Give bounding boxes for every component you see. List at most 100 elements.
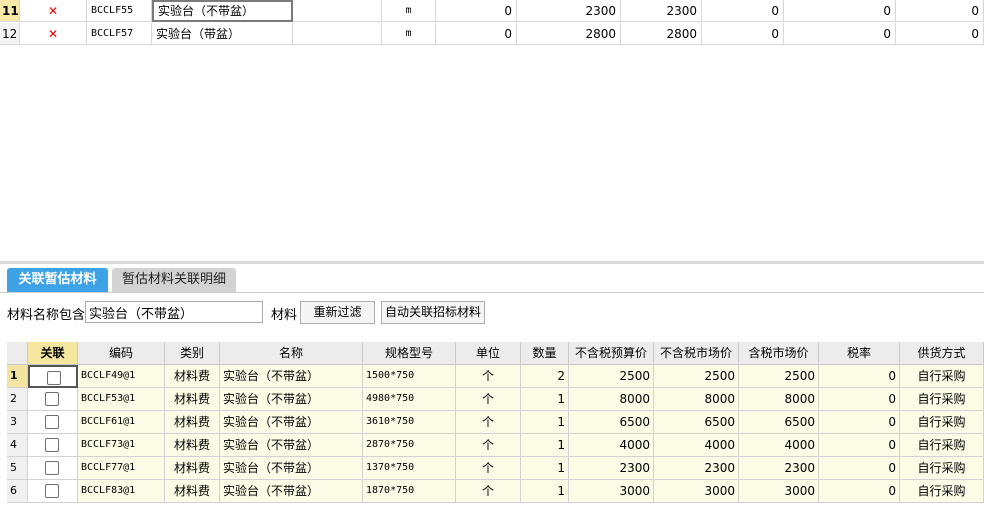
value-cell[interactable]: 0 xyxy=(702,0,784,22)
price-cell: 2300 xyxy=(569,457,654,480)
delete-mark-icon[interactable]: ✕ xyxy=(20,23,87,45)
link-checkbox-cell[interactable] xyxy=(28,365,78,388)
column-header xyxy=(7,342,28,365)
table-row[interactable]: 4 BCCLF73@1 材料费 实验台（不带盆） 2870*750 个 1 40… xyxy=(7,434,984,457)
table-row[interactable]: 6 BCCLF83@1 材料费 实验台（不带盆） 1870*750 个 1 30… xyxy=(7,480,984,503)
type-cell: 材料费 xyxy=(165,411,220,434)
spec-cell: 4980*750 xyxy=(363,388,456,411)
price-cell: 8000 xyxy=(654,388,739,411)
delete-mark-icon[interactable]: ✕ xyxy=(20,0,87,22)
name-cell: 实验台（不带盆） xyxy=(220,434,363,457)
column-header[interactable]: 关联 xyxy=(28,342,78,365)
value-cell[interactable]: 0 xyxy=(784,23,896,45)
type-cell: 材料费 xyxy=(165,457,220,480)
value-cell[interactable]: 2300 xyxy=(621,0,702,22)
link-checkbox-cell[interactable] xyxy=(28,388,78,411)
code-cell: BCCLF73@1 xyxy=(78,434,165,457)
code-cell[interactable]: BCCLF57 xyxy=(87,23,152,45)
spec-cell[interactable] xyxy=(293,23,382,45)
price-cell: 6500 xyxy=(569,411,654,434)
link-checkbox[interactable] xyxy=(45,461,59,475)
value-cell[interactable]: 2300 xyxy=(517,0,621,22)
unit-cell: 个 xyxy=(456,434,521,457)
link-checkbox[interactable] xyxy=(45,392,59,406)
tab-related-details[interactable]: 暂估材料关联明细 xyxy=(112,268,236,292)
column-header[interactable]: 不含税市场价 xyxy=(654,342,739,365)
value-cell[interactable]: 0 xyxy=(436,23,517,45)
name-cell: 实验台（不带盆） xyxy=(220,388,363,411)
value-cell[interactable]: 0 xyxy=(896,23,984,45)
column-header[interactable]: 不含税预算价 xyxy=(569,342,654,365)
unit-cell: 个 xyxy=(456,457,521,480)
column-header[interactable]: 税率 xyxy=(819,342,900,365)
row-number: 4 xyxy=(7,434,28,457)
value-cell[interactable]: 2800 xyxy=(517,23,621,45)
spec-cell: 1370*750 xyxy=(363,457,456,480)
auto-link-button[interactable]: 自动关联招标材料 xyxy=(381,301,485,324)
column-header[interactable]: 供货方式 xyxy=(900,342,984,365)
tab-related-materials[interactable]: 关联暂估材料 xyxy=(7,268,108,292)
price-cell: 8000 xyxy=(739,388,819,411)
table-row[interactable]: 11 ✕ BCCLF55 实验台（不带盆） m 0 2300 2300 0 0 … xyxy=(0,0,984,23)
value-cell[interactable]: 0 xyxy=(784,0,896,22)
table-row[interactable]: 1 BCCLF49@1 材料费 实验台（不带盆） 1500*750 个 2 25… xyxy=(7,365,984,388)
link-checkbox-cell[interactable] xyxy=(28,434,78,457)
name-cell: 实验台（不带盆） xyxy=(220,480,363,503)
spec-cell: 2870*750 xyxy=(363,434,456,457)
link-checkbox[interactable] xyxy=(47,371,61,385)
value-cell[interactable]: 0 xyxy=(896,0,984,22)
link-checkbox-cell[interactable] xyxy=(28,411,78,434)
price-cell: 2300 xyxy=(739,457,819,480)
refilter-button[interactable]: 重新过滤 xyxy=(300,301,375,324)
name-cell[interactable]: 实验台（不带盆） xyxy=(152,0,293,22)
tax-cell: 0 xyxy=(819,457,900,480)
link-checkbox[interactable] xyxy=(45,438,59,452)
price-cell: 6500 xyxy=(654,411,739,434)
column-header[interactable]: 规格型号 xyxy=(363,342,456,365)
table-row[interactable]: 12 ✕ BCCLF57 实验台（带盆） m 0 2800 2800 0 0 0 xyxy=(0,23,984,46)
spec-cell: 3610*750 xyxy=(363,411,456,434)
link-checkbox-cell[interactable] xyxy=(28,457,78,480)
value-cell[interactable]: 0 xyxy=(436,0,517,22)
row-number: 6 xyxy=(7,480,28,503)
column-header[interactable]: 单位 xyxy=(456,342,521,365)
link-checkbox[interactable] xyxy=(45,484,59,498)
price-cell: 3000 xyxy=(569,480,654,503)
table-row[interactable]: 2 BCCLF53@1 材料费 实验台（不带盆） 4980*750 个 1 80… xyxy=(7,388,984,411)
qty-cell: 1 xyxy=(521,480,569,503)
column-header[interactable]: 数量 xyxy=(521,342,569,365)
supply-cell: 自行采购 xyxy=(900,411,984,434)
tab-bar: 关联暂估材料 暂估材料关联明细 xyxy=(0,264,984,293)
value-cell[interactable]: 0 xyxy=(702,23,784,45)
name-cell[interactable]: 实验台（带盆） xyxy=(152,23,293,45)
unit-cell[interactable]: m xyxy=(382,0,436,22)
column-header[interactable]: 编码 xyxy=(78,342,165,365)
link-checkbox-cell[interactable] xyxy=(28,480,78,503)
price-cell: 4000 xyxy=(739,434,819,457)
type-cell: 材料费 xyxy=(165,434,220,457)
spec-cell[interactable] xyxy=(293,0,382,22)
code-cell: BCCLF61@1 xyxy=(78,411,165,434)
code-cell: BCCLF53@1 xyxy=(78,388,165,411)
material-name-input[interactable] xyxy=(85,301,263,323)
type-cell: 材料费 xyxy=(165,480,220,503)
column-header[interactable]: 含税市场价 xyxy=(739,342,819,365)
link-checkbox[interactable] xyxy=(45,415,59,429)
row-number: 2 xyxy=(7,388,28,411)
table-row[interactable]: 3 BCCLF61@1 材料费 实验台（不带盆） 3610*750 个 1 65… xyxy=(7,411,984,434)
price-cell: 4000 xyxy=(569,434,654,457)
column-header[interactable]: 名称 xyxy=(220,342,363,365)
filter-label: 材料名称包含 xyxy=(7,308,86,323)
table-row[interactable]: 5 BCCLF77@1 材料费 实验台（不带盆） 1370*750 个 1 23… xyxy=(7,457,984,480)
value-cell[interactable]: 2800 xyxy=(621,23,702,45)
unit-cell[interactable]: m xyxy=(382,23,436,45)
price-cell: 3000 xyxy=(654,480,739,503)
name-cell: 实验台（不带盆） xyxy=(220,457,363,480)
qty-cell: 1 xyxy=(521,411,569,434)
qty-cell: 1 xyxy=(521,434,569,457)
spec-cell: 1870*750 xyxy=(363,480,456,503)
code-cell[interactable]: BCCLF55 xyxy=(87,0,152,22)
qty-cell: 1 xyxy=(521,388,569,411)
row-number: 11 xyxy=(0,0,20,22)
column-header[interactable]: 类别 xyxy=(165,342,220,365)
